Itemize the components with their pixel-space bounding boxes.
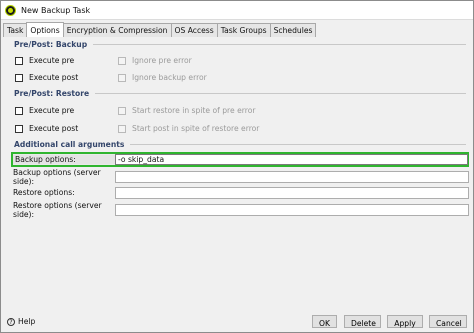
backup-options-input[interactable]: -o skip_data	[115, 154, 468, 165]
tab-options[interactable]: Options	[26, 22, 64, 38]
apply-button[interactable]: Apply	[387, 315, 423, 328]
title-bar: New Backup Task	[1, 1, 473, 20]
checkbox-row-ignore-pre-error[interactable]: Ignore pre error	[118, 56, 192, 65]
tab-encryption-compression[interactable]: Encryption & Compression	[62, 23, 172, 37]
checkbox-row-restore-execute-pre[interactable]: Execute pre	[15, 106, 74, 115]
section-header-additional-call-arguments: Additional call arguments	[14, 140, 466, 149]
divider	[93, 44, 466, 45]
checkbox-label: Execute post	[29, 124, 79, 133]
new-backup-task-window: New Backup Task Task Options Encryption …	[0, 0, 474, 333]
checkbox-label: Start restore in spite of pre error	[132, 106, 256, 115]
backup-execute-post-checkbox[interactable]	[15, 73, 23, 82]
checkbox-row-start-post-restore-error[interactable]: Start post in spite of restore error	[118, 124, 259, 133]
checkbox-row-start-restore-pre-error[interactable]: Start restore in spite of pre error	[118, 106, 255, 115]
help-label: Help	[18, 317, 36, 326]
checkbox-row-backup-execute-pre[interactable]: Execute pre	[15, 56, 74, 65]
app-logo-icon	[5, 4, 16, 16]
checkbox-label: Start post in spite of restore error	[132, 124, 260, 133]
section-title: Pre/Post: Backup	[14, 40, 88, 49]
checkbox-row-backup-execute-post[interactable]: Execute post	[15, 73, 78, 82]
checkbox-label: Execute pre	[29, 106, 75, 115]
dialog-footer: ? Help OK Delete Apply Cancel	[1, 312, 473, 332]
checkbox-label: Ignore pre error	[132, 56, 192, 65]
help-icon: ?	[7, 317, 15, 326]
delete-button[interactable]: Delete	[344, 315, 381, 328]
section-title: Pre/Post: Restore	[14, 89, 90, 98]
ok-button[interactable]: OK	[312, 315, 337, 328]
restore-options-label: Restore options:	[13, 188, 75, 197]
cancel-button[interactable]: Cancel	[429, 315, 467, 328]
backup-options-row: Backup options: -o skip_data	[11, 152, 469, 167]
section-header-pre-post-restore: Pre/Post: Restore	[14, 89, 466, 98]
tab-schedules[interactable]: Schedules	[269, 23, 317, 37]
restore-options-server-label: Restore options (server side):	[13, 200, 102, 219]
restore-execute-post-checkbox[interactable]	[15, 124, 23, 133]
backup-options-label: Backup options:	[13, 155, 119, 164]
checkbox-label: Ignore backup error	[132, 73, 207, 82]
backup-options-server-label: Backup options (server side):	[13, 167, 101, 186]
checkbox-label: Execute pre	[29, 56, 75, 65]
checkbox-row-restore-execute-post[interactable]: Execute post	[15, 124, 78, 133]
restore-execute-pre-checkbox[interactable]	[15, 106, 23, 115]
ignore-pre-error-checkbox[interactable]	[118, 56, 126, 65]
checkbox-row-ignore-backup-error[interactable]: Ignore backup error	[118, 73, 207, 82]
backup-options-server-input[interactable]	[115, 170, 469, 183]
options-panel: Pre/Post: Backup Execute pre Ignore pre …	[1, 37, 473, 332]
restore-options-input[interactable]	[115, 186, 469, 199]
checkbox-label: Execute post	[29, 73, 79, 82]
backup-execute-pre-checkbox[interactable]	[15, 56, 23, 65]
start-post-restore-error-checkbox[interactable]	[118, 124, 126, 133]
section-title: Additional call arguments	[14, 140, 125, 149]
backup-options-server-row: Backup options (server side):	[11, 167, 469, 186]
divider	[95, 93, 466, 94]
ignore-backup-error-checkbox[interactable]	[118, 73, 126, 82]
window-title: New Backup Task	[21, 5, 91, 15]
section-header-pre-post-backup: Pre/Post: Backup	[14, 40, 466, 49]
restore-options-server-input[interactable]	[115, 203, 469, 216]
tab-task[interactable]: Task	[3, 23, 28, 37]
restore-options-row: Restore options:	[11, 186, 469, 199]
tab-task-groups[interactable]: Task Groups	[216, 23, 271, 37]
help-link[interactable]: ? Help	[7, 317, 35, 326]
restore-options-server-row: Restore options (server side):	[11, 200, 469, 219]
tab-os-access[interactable]: OS Access	[170, 23, 218, 37]
divider	[130, 144, 466, 145]
start-restore-pre-error-checkbox[interactable]	[118, 106, 126, 115]
tab-bar: Task Options Encryption & Compression OS…	[1, 22, 473, 38]
